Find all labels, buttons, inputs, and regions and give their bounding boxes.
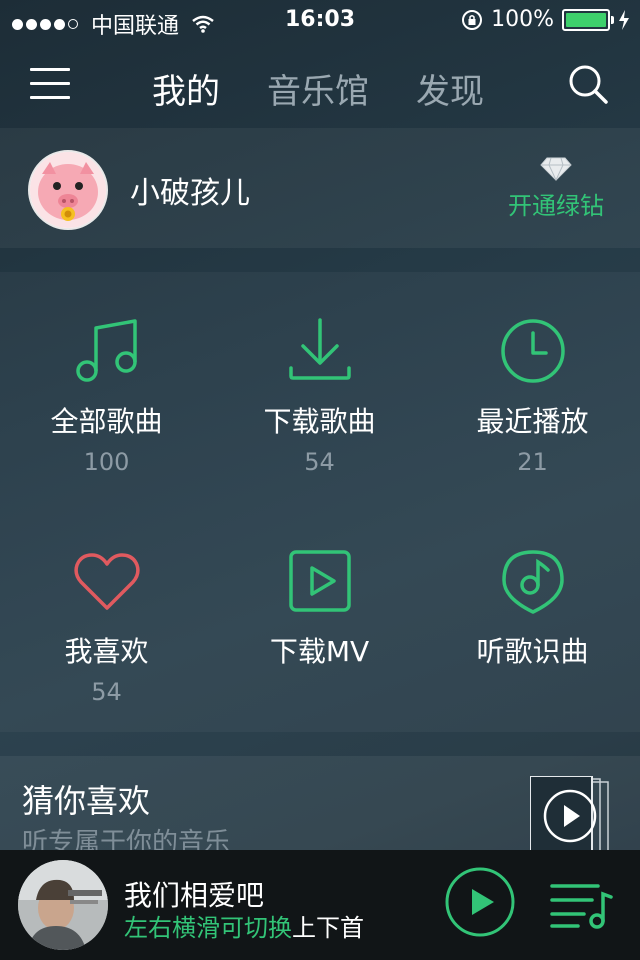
menu-icon[interactable] xyxy=(30,68,70,100)
grid-item-downloaded-mv[interactable]: 下载MV xyxy=(213,546,426,670)
battery-percent: 100% xyxy=(491,7,554,32)
profile-section[interactable]: 小破孩儿 开通绿钻 xyxy=(0,128,640,248)
stacked-play-icon[interactable] xyxy=(530,776,610,856)
grid-label: 全部歌曲 xyxy=(50,405,163,438)
grid-label: 下载歌曲 xyxy=(263,405,376,438)
play-button[interactable] xyxy=(444,866,516,938)
charging-icon xyxy=(619,9,629,30)
pig-avatar-icon xyxy=(30,152,106,228)
tab-mine[interactable]: 我的 xyxy=(152,64,220,113)
guess-you-like-section[interactable]: 猜你喜欢 听专属于你的音乐 xyxy=(0,756,640,856)
username: 小破孩儿 xyxy=(130,176,250,211)
grid-label: 下载MV xyxy=(269,635,370,668)
music-recognition-icon xyxy=(501,550,564,614)
music-note-icon xyxy=(75,319,137,382)
mini-player[interactable]: 我们相爱吧 左右横滑可切换上下首 xyxy=(0,850,640,960)
grid-count: 54 xyxy=(304,448,335,476)
grid-item-downloaded-songs[interactable]: 下载歌曲 54 xyxy=(213,316,426,476)
grid-label: 听歌识曲 xyxy=(476,635,589,668)
vip-upgrade-button[interactable]: 开通绿钻 xyxy=(508,156,604,221)
heart-icon xyxy=(73,553,140,610)
status-bar: 中国联通 16:03 100% xyxy=(0,0,640,40)
swipe-hint-white: 上下首 xyxy=(292,914,364,942)
grid-item-recently-played[interactable]: 最近播放 21 xyxy=(426,316,639,476)
tab-discover[interactable]: 发现 xyxy=(416,64,484,113)
battery-icon xyxy=(562,8,614,31)
my-music-grid: 全部歌曲 100 下载歌曲 54 最近播放 21 我喜欢 54 下载MV 听歌识… xyxy=(0,272,640,732)
vip-label: 开通绿钻 xyxy=(508,192,604,220)
grid-label: 我喜欢 xyxy=(64,635,149,668)
video-play-icon xyxy=(288,550,351,612)
tab-music-hall[interactable]: 音乐馆 xyxy=(267,64,369,113)
grid-item-favorites[interactable]: 我喜欢 54 xyxy=(0,546,213,706)
grid-count: 100 xyxy=(83,448,130,476)
swipe-hint-green: 左右横滑可切换 xyxy=(124,914,292,942)
download-icon xyxy=(288,318,351,380)
diamond-icon xyxy=(540,157,572,182)
grid-item-all-songs[interactable]: 全部歌曲 100 xyxy=(0,316,213,476)
playlist-icon[interactable] xyxy=(548,880,614,930)
clock-icon xyxy=(500,319,565,383)
album-cover[interactable] xyxy=(18,860,108,950)
nav-bar: 我的 音乐馆 发现 xyxy=(0,40,640,128)
section-title: 猜你喜欢 xyxy=(22,782,151,820)
avatar[interactable] xyxy=(28,150,108,230)
album-art-icon xyxy=(18,860,108,950)
grid-count: 21 xyxy=(517,448,548,476)
search-icon[interactable] xyxy=(566,62,610,106)
grid-item-music-recognition[interactable]: 听歌识曲 xyxy=(426,546,639,670)
rotation-lock-icon xyxy=(462,9,483,30)
grid-count: 54 xyxy=(91,678,122,706)
grid-label: 最近播放 xyxy=(476,405,589,438)
status-right: 100% xyxy=(461,7,630,32)
swipe-hint: 左右横滑可切换上下首 xyxy=(124,908,364,943)
